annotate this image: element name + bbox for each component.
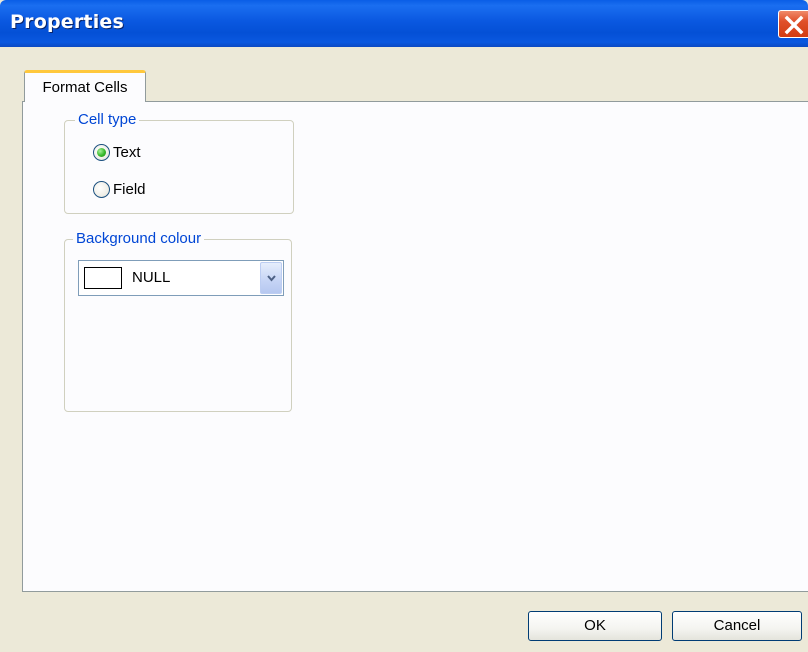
selected-colour-value: NULL [132, 269, 171, 286]
cell-type-group: Cell type [64, 111, 294, 214]
close-icon [784, 15, 804, 35]
radio-text-label: Text [113, 144, 141, 161]
radio-text[interactable]: Text [93, 144, 141, 161]
title-bar[interactable]: Properties [0, 0, 808, 47]
radio-text-button[interactable] [93, 144, 110, 161]
cell-type-legend: Cell type [75, 111, 140, 129]
ok-button[interactable]: OK [528, 611, 662, 641]
tab-label: Format Cells [42, 79, 128, 96]
radio-field[interactable]: Field [93, 181, 146, 198]
background-colour-select[interactable]: NULL [78, 260, 284, 296]
tab-format-cells[interactable]: Format Cells [24, 70, 146, 102]
chevron-down-icon [267, 275, 276, 282]
radio-field-label: Field [113, 181, 146, 198]
colour-swatch [84, 267, 122, 289]
window-title: Properties [10, 11, 124, 33]
background-colour-legend: Background colour [73, 230, 205, 248]
properties-dialog: Properties Format Cells Cell type Text F… [0, 0, 808, 652]
close-button[interactable] [778, 10, 808, 38]
dropdown-button[interactable] [260, 262, 282, 294]
radio-field-button[interactable] [93, 181, 110, 198]
cancel-button[interactable]: Cancel [672, 611, 802, 641]
